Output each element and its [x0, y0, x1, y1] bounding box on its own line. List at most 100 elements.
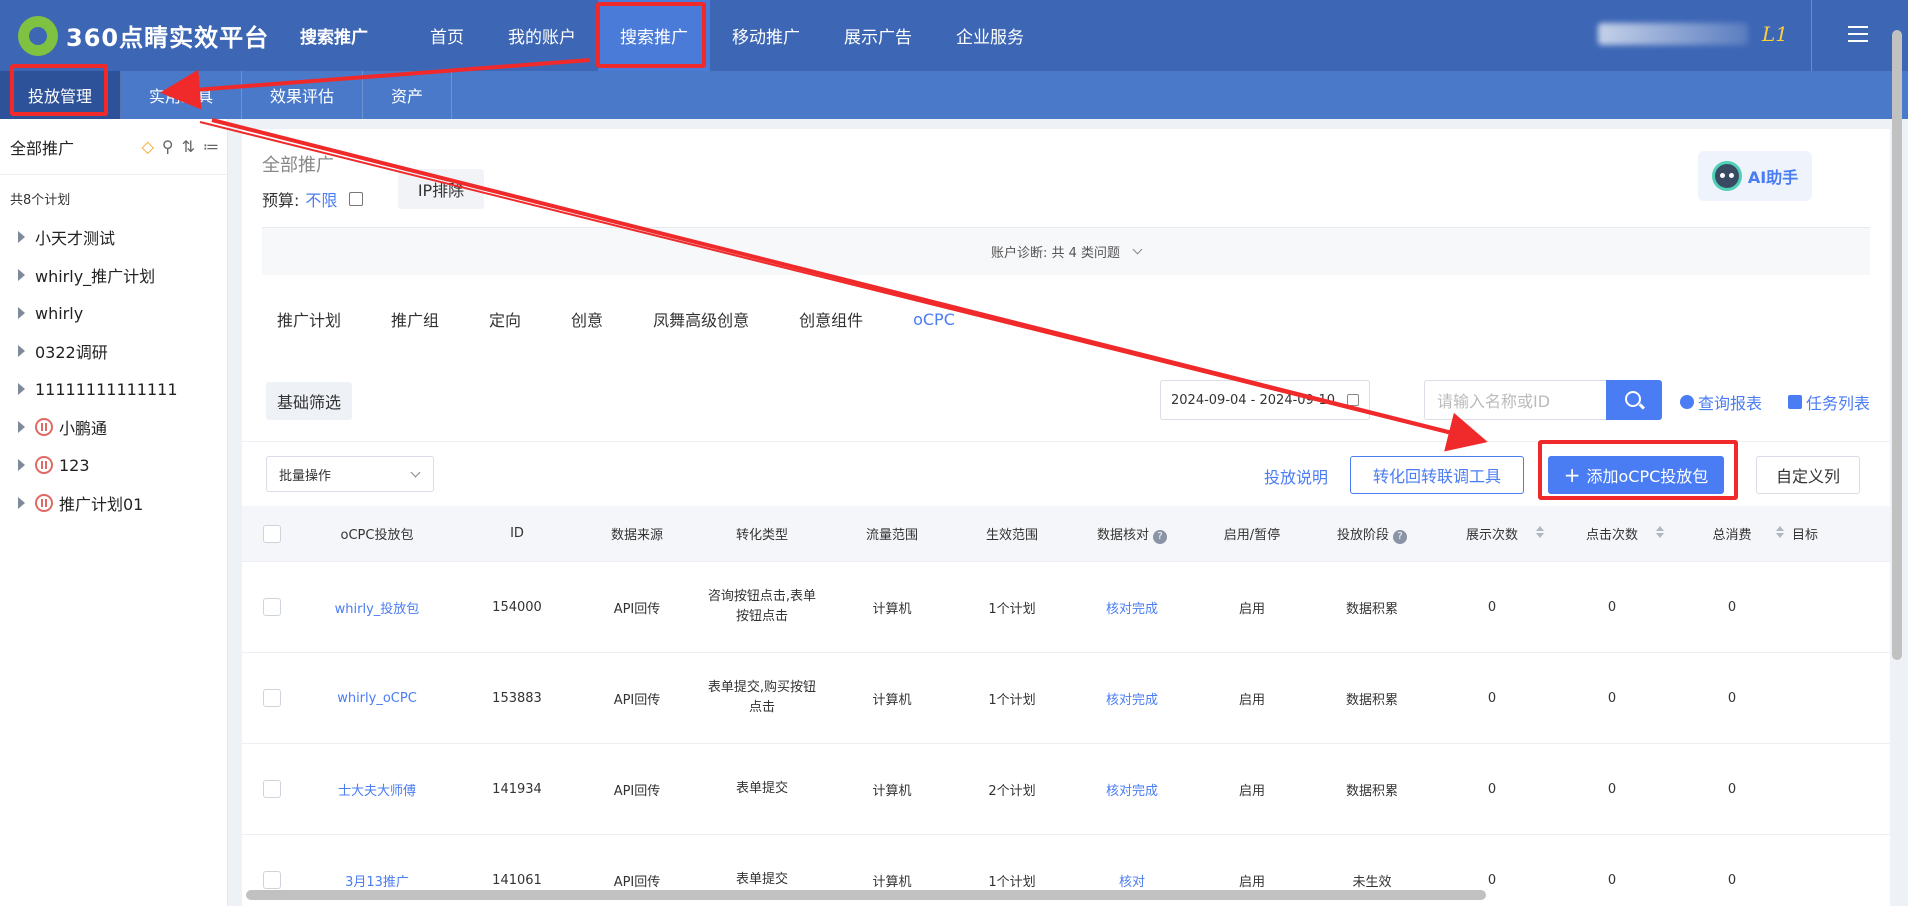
ai-assistant-button[interactable]: AI助手 — [1698, 151, 1812, 201]
sort-icon[interactable] — [1776, 526, 1784, 538]
tab-ocpc[interactable]: oCPC — [888, 310, 980, 329]
query-report-link[interactable]: 查询报表 — [1680, 390, 1762, 414]
data-check-link[interactable]: 核对 — [1072, 871, 1192, 890]
sidebar-plan[interactable]: 推广计划01 — [0, 484, 227, 522]
sidebar-plan[interactable]: 11111111111111 — [0, 370, 227, 408]
plan-name: 小鹏通 — [59, 419, 108, 438]
edit-icon[interactable] — [349, 192, 364, 206]
horizontal-scrollbar[interactable] — [246, 890, 1486, 900]
account-diagnosis[interactable]: 账户诊断: 共 4 类问题 — [262, 227, 1870, 275]
package-name-link[interactable]: whirly_投放包 — [302, 598, 452, 617]
col-header-clicks[interactable]: 点击次数 — [1552, 524, 1672, 543]
sidebar-plan[interactable]: whirly_推广计划 — [0, 256, 227, 294]
nav-enterprise-services[interactable]: 企业服务 — [934, 0, 1046, 71]
cell-clicks: 0 — [1607, 690, 1617, 706]
collapse-icon[interactable]: ≔ — [203, 137, 219, 156]
row-checkbox[interactable] — [242, 598, 302, 616]
custom-columns-button[interactable]: 自定义列 — [1756, 456, 1860, 494]
cell-cost: 0 — [1727, 690, 1737, 706]
sidebar: 全部推广 ◇ ⚲ ⇅ ≔ 共8个计划 小天才测试 whirly_推广计划 whi… — [0, 119, 228, 906]
search-input[interactable]: 请输入名称或ID — [1424, 380, 1606, 420]
expand-caret-icon[interactable] — [18, 269, 25, 281]
tab-ad-groups[interactable]: 推广组 — [366, 307, 464, 331]
subnav-assets[interactable]: 资产 — [363, 71, 453, 119]
ai-assistant-label: AI助手 — [1747, 168, 1799, 187]
package-name-link[interactable]: 士大夫大师傅 — [302, 780, 452, 799]
ocpc-table: oCPC投放包 ID 数据来源 转化类型 流量范围 生效范围 数据核对? 启用/… — [242, 506, 1890, 906]
sort-icon[interactable] — [1536, 526, 1544, 538]
basic-filter-button[interactable]: 基础筛选 — [266, 382, 352, 420]
ocpc-explain-link[interactable]: 投放说明 — [1264, 464, 1328, 488]
tab-targeting[interactable]: 定向 — [464, 307, 546, 331]
budget-value[interactable]: 不限 — [305, 187, 337, 211]
nav-my-account[interactable]: 我的账户 — [486, 0, 598, 71]
tab-creative-components[interactable]: 创意组件 — [774, 307, 888, 331]
expand-caret-icon[interactable] — [18, 307, 25, 319]
sidebar-tools: ◇ ⚲ ⇅ ≔ — [142, 137, 219, 156]
cell-clicks: 0 — [1607, 872, 1617, 888]
date-range-picker[interactable]: 2024-09-04 - 2024-09-10 — [1160, 380, 1370, 420]
data-check-link[interactable]: 核对完成 — [1072, 780, 1192, 799]
vertical-scrollbar[interactable] — [1892, 30, 1902, 660]
level-tabs: 推广计划 推广组 定向 创意 凤舞高级创意 创意组件 oCPC — [242, 289, 1890, 349]
cell-stage: 未生效 — [1352, 874, 1392, 890]
batch-operation-select[interactable]: 批量操作 — [266, 456, 434, 492]
cell-status: 启用 — [1238, 783, 1265, 799]
highlight-box-add-ocpc — [1538, 440, 1738, 500]
row-checkbox[interactable] — [242, 871, 302, 889]
cell-clicks: 0 — [1607, 599, 1617, 615]
expand-caret-icon[interactable] — [18, 383, 25, 395]
package-name-link[interactable]: 3月13推广 — [302, 871, 452, 890]
table-row: whirly_投放包 154000 API回传 咨询按钮点击,表单按钮点击 计算… — [242, 562, 1890, 653]
ip-exclusion-button[interactable]: IP排除 — [398, 169, 484, 209]
sidebar-plan[interactable]: whirly — [0, 294, 227, 332]
highlight-box-campaign-management — [10, 64, 108, 116]
sidebar-plan[interactable]: 0322调研 — [0, 332, 227, 370]
subnav-evaluation[interactable]: 效果评估 — [242, 71, 364, 119]
tab-advanced-creatives[interactable]: 凤舞高级创意 — [628, 307, 774, 331]
tag-icon[interactable]: ◇ — [142, 137, 154, 156]
select-all-checkbox[interactable] — [242, 524, 302, 543]
cell-source: API回传 — [613, 874, 661, 890]
tab-campaigns[interactable]: 推广计划 — [252, 307, 366, 331]
col-header: oCPC投放包 — [340, 528, 414, 543]
hamburger-menu-icon[interactable] — [1848, 26, 1868, 42]
sub-nav: 投放管理 实用工具 效果评估 资产 — [0, 71, 1908, 119]
sort-icon[interactable] — [1656, 526, 1664, 538]
subnav-tools[interactable]: 实用工具 — [121, 71, 243, 119]
nav-home[interactable]: 首页 — [408, 0, 486, 71]
help-icon[interactable]: ? — [1393, 529, 1407, 544]
table-row: 士大夫大师傅 141934 API回传 表单提交 计算机 2个计划 核对完成 启… — [242, 744, 1890, 835]
user-area[interactable]: L1 — [1597, 22, 1788, 46]
sidebar-plan[interactable]: 123 — [0, 446, 227, 484]
sidebar-title[interactable]: 全部推广 — [10, 135, 74, 159]
expand-caret-icon[interactable] — [18, 421, 25, 433]
nav-display-ads[interactable]: 展示广告 — [822, 0, 934, 71]
logo[interactable]: 360点睛实效平台 — [18, 15, 280, 56]
date-range-value: 2024-09-04 - 2024-09-10 — [1171, 392, 1336, 408]
data-check-link[interactable]: 核对完成 — [1072, 689, 1192, 708]
expand-caret-icon[interactable] — [18, 345, 25, 357]
row-checkbox[interactable] — [242, 780, 302, 798]
nav-mobile-promotion[interactable]: 移动推广 — [710, 0, 822, 71]
expand-caret-icon[interactable] — [18, 459, 25, 471]
col-header-data-check: 数据核对? — [1072, 524, 1192, 544]
sidebar-plan[interactable]: 小天才测试 — [0, 218, 227, 256]
help-icon[interactable]: ? — [1153, 529, 1167, 544]
sort-icon[interactable]: ⇅ — [182, 137, 195, 156]
search-icon[interactable]: ⚲ — [162, 137, 174, 156]
row-checkbox[interactable] — [242, 689, 302, 707]
cell-traffic: 计算机 — [872, 601, 912, 617]
package-name-link[interactable]: whirly_oCPC — [302, 691, 452, 706]
expand-caret-icon[interactable] — [18, 497, 25, 509]
col-header-cost[interactable]: 总消费 — [1672, 524, 1792, 543]
expand-caret-icon[interactable] — [18, 231, 25, 243]
sidebar-plan[interactable]: 小鹏通 — [0, 408, 227, 446]
sidebar-header: 全部推广 ◇ ⚲ ⇅ ≔ — [0, 119, 227, 175]
conversion-debug-tool-button[interactable]: 转化回转联调工具 — [1350, 456, 1524, 494]
col-header-impressions[interactable]: 展示次数 — [1432, 524, 1552, 543]
data-check-link[interactable]: 核对完成 — [1072, 598, 1192, 617]
tab-creatives[interactable]: 创意 — [546, 307, 628, 331]
search-button[interactable] — [1606, 380, 1662, 420]
task-list-link[interactable]: 任务列表 — [1788, 390, 1870, 414]
